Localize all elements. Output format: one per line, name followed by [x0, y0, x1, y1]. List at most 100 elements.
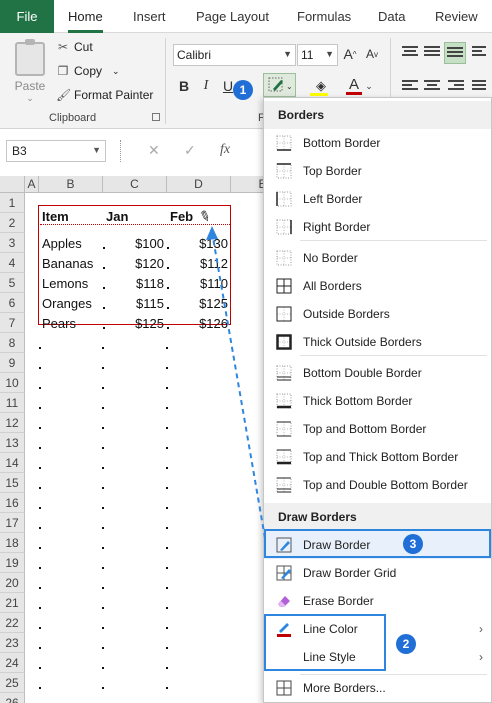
- copy-button[interactable]: ❐ Copy ⌄: [56, 61, 120, 81]
- align-center-icon[interactable]: [424, 80, 440, 94]
- table-cell[interactable]: Bananas: [42, 253, 102, 273]
- align-left-icon[interactable]: [402, 80, 418, 94]
- table-cell[interactable]: Pears: [42, 313, 102, 333]
- table-cell[interactable]: Oranges: [42, 293, 102, 313]
- menu-item-thick-bottom-border[interactable]: Thick Bottom Border: [264, 387, 491, 415]
- row-header[interactable]: 6: [0, 293, 25, 313]
- cancel-icon[interactable]: ✕: [148, 142, 160, 159]
- table-cell[interactable]: $120: [104, 253, 166, 273]
- tab-review[interactable]: Review: [435, 0, 478, 33]
- tab-data[interactable]: Data: [378, 0, 405, 33]
- select-all-corner[interactable]: [0, 176, 25, 193]
- paste-button[interactable]: Paste ⌄: [10, 39, 50, 104]
- table-cell[interactable]: Lemons: [42, 273, 102, 293]
- dialog-launcher-icon[interactable]: [152, 113, 160, 121]
- row-header[interactable]: 20: [0, 573, 25, 593]
- font-color-button[interactable]: A: [345, 74, 363, 94]
- row-header[interactable]: 11: [0, 393, 25, 413]
- row-header[interactable]: 22: [0, 613, 25, 633]
- row-header[interactable]: 14: [0, 453, 25, 473]
- row-header[interactable]: 17: [0, 513, 25, 533]
- format-painter-button[interactable]: 🖌 Format Painter: [56, 85, 153, 105]
- table-header-cell[interactable]: Jan: [106, 206, 166, 226]
- row-header[interactable]: 21: [0, 593, 25, 613]
- column-header[interactable]: C: [103, 176, 167, 193]
- align-right-icon[interactable]: [448, 80, 464, 94]
- enter-icon[interactable]: ✓: [184, 142, 196, 159]
- align-top-icon[interactable]: [402, 46, 418, 60]
- menu-item-thick-outside-borders[interactable]: Thick Outside Borders: [264, 328, 491, 356]
- tab-home[interactable]: Home: [68, 0, 103, 33]
- row-header[interactable]: 2: [0, 213, 25, 233]
- menu-item-right-border[interactable]: Right Border: [264, 213, 491, 241]
- paste-label: Paste: [14, 79, 46, 93]
- italic-button[interactable]: I: [198, 76, 214, 96]
- row-header[interactable]: 10: [0, 373, 25, 393]
- row-header[interactable]: 26: [0, 693, 25, 703]
- table-cell[interactable]: $100: [104, 233, 166, 253]
- tab-file[interactable]: File: [0, 0, 54, 33]
- menu-item-more-borders[interactable]: More Borders...: [264, 674, 491, 702]
- row-header[interactable]: 9: [0, 353, 25, 373]
- table-cell[interactable]: $110: [168, 273, 230, 293]
- chevron-down-icon[interactable]: ⌄: [364, 76, 374, 96]
- row-header[interactable]: 24: [0, 653, 25, 673]
- name-box[interactable]: B3 ▼: [6, 140, 106, 162]
- row-header[interactable]: 5: [0, 273, 25, 293]
- row-header[interactable]: 18: [0, 533, 25, 553]
- row-header[interactable]: 8: [0, 333, 25, 353]
- row-header[interactable]: 7: [0, 313, 25, 333]
- borders-dropdown-button[interactable]: ⌄: [263, 73, 296, 97]
- row-header[interactable]: 25: [0, 673, 25, 693]
- align-bottom-button[interactable]: [444, 42, 466, 64]
- menu-item-top-bottom-border[interactable]: Top and Bottom Border: [264, 415, 491, 443]
- more-borders-icon: [276, 680, 292, 696]
- table-cell[interactable]: $125: [168, 293, 230, 313]
- row-header[interactable]: 16: [0, 493, 25, 513]
- grow-font-button[interactable]: A ^: [341, 44, 359, 64]
- bold-button[interactable]: B: [176, 76, 192, 96]
- row-header[interactable]: 3: [0, 233, 25, 253]
- table-header-cell[interactable]: Item: [42, 206, 102, 226]
- menu-item-all-borders[interactable]: All Borders: [264, 272, 491, 300]
- resize-handle[interactable]: [120, 140, 124, 162]
- menu-item-erase-border[interactable]: Erase Border: [264, 587, 491, 615]
- menu-item-draw-border-grid[interactable]: Draw Border Grid: [264, 559, 491, 587]
- table-cell[interactable]: $125: [104, 313, 166, 333]
- table-cell[interactable]: $130: [168, 233, 230, 253]
- row-header[interactable]: 19: [0, 553, 25, 573]
- cut-button[interactable]: ✂ Cut: [56, 37, 93, 57]
- table-cell[interactable]: $126: [168, 313, 230, 333]
- table-cell[interactable]: $115: [104, 293, 166, 313]
- tab-page-layout[interactable]: Page Layout: [196, 0, 269, 33]
- row-header[interactable]: 4: [0, 253, 25, 273]
- menu-item-outside-borders[interactable]: Outside Borders: [264, 300, 491, 328]
- menu-item-bottom-border[interactable]: Bottom Border: [264, 129, 491, 157]
- row-header[interactable]: 13: [0, 433, 25, 453]
- row-header[interactable]: 1: [0, 193, 25, 213]
- table-cell[interactable]: Apples: [42, 233, 102, 253]
- wrap-text-icon[interactable]: [472, 46, 488, 60]
- row-header[interactable]: 15: [0, 473, 25, 493]
- row-header[interactable]: 12: [0, 413, 25, 433]
- shrink-font-button[interactable]: Av: [363, 44, 381, 64]
- font-name-select[interactable]: Calibri ▼: [173, 44, 296, 66]
- menu-item-left-border[interactable]: Left Border: [264, 185, 491, 213]
- menu-item-top-thick-bottom-border[interactable]: Top and Thick Bottom Border: [264, 443, 491, 471]
- table-cell[interactable]: $118: [104, 273, 166, 293]
- column-header[interactable]: B: [39, 176, 103, 193]
- merge-icon[interactable]: [472, 80, 488, 94]
- align-middle-icon[interactable]: [424, 46, 440, 60]
- menu-item-no-border[interactable]: No Border: [264, 244, 491, 272]
- tab-formulas[interactable]: Formulas: [297, 0, 351, 33]
- tab-insert[interactable]: Insert: [133, 0, 166, 33]
- menu-item-top-double-bottom-border[interactable]: Top and Double Bottom Border: [264, 471, 491, 499]
- column-header[interactable]: D: [167, 176, 231, 193]
- table-cell[interactable]: $112: [168, 253, 230, 273]
- font-size-select[interactable]: 11 ▼: [297, 44, 338, 66]
- row-header[interactable]: 23: [0, 633, 25, 653]
- insert-function-button[interactable]: fx: [220, 142, 230, 158]
- menu-item-bottom-double-border[interactable]: Bottom Double Border: [264, 359, 491, 387]
- menu-item-top-border[interactable]: Top Border: [264, 157, 491, 185]
- column-header[interactable]: A: [25, 176, 39, 193]
